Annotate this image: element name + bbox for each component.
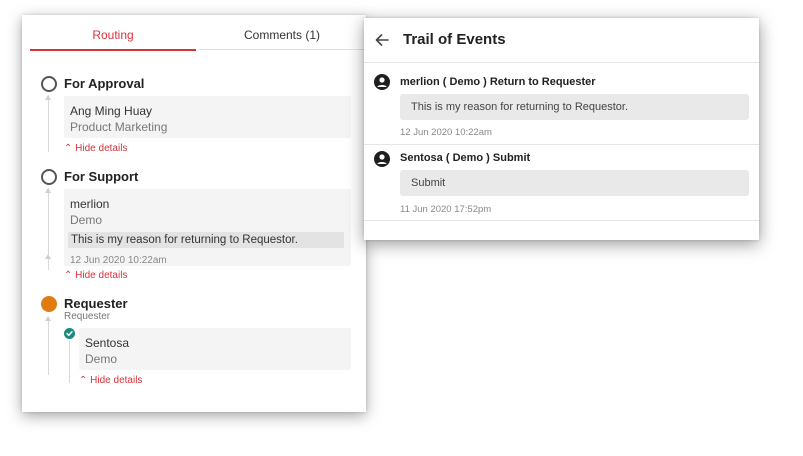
hide-details-label: Hide details: [75, 143, 128, 154]
return-reason-note: This is my reason for returning to Reque…: [68, 232, 344, 248]
timeline-arrow-icon: [45, 254, 51, 259]
event-message: Submit: [400, 170, 749, 196]
assignee-dept: Product Marketing: [70, 120, 168, 134]
event-item: Sentosa ( Demo ) Submit Submit 11 Jun 20…: [364, 145, 759, 222]
event-timestamp: 12 Jun 2020 10:22am: [400, 127, 492, 138]
trail-of-events-panel: Trail of Events merlion ( Demo ) Return …: [364, 18, 759, 240]
timeline-arrow-icon: [45, 188, 51, 193]
tab-routing[interactable]: Routing: [30, 15, 196, 51]
assignee-name: Sentosa: [85, 336, 130, 350]
chevron-up-icon: ⌃: [64, 270, 73, 281]
chevron-up-icon: ⌃: [64, 143, 73, 154]
event-message: This is my reason for returning to Reque…: [400, 94, 749, 120]
step-title: For Support: [64, 169, 139, 184]
assignee-name: Ang Ming Huay: [70, 104, 153, 118]
step-pending-circle-icon: [41, 169, 57, 185]
user-avatar-icon: [374, 74, 390, 90]
tab-bar: Routing Comments (1): [30, 15, 366, 51]
step-pending-circle-icon: [41, 76, 57, 92]
note-timestamp: 12 Jun 2020 10:22am: [70, 255, 167, 266]
step-current-circle-icon: [41, 296, 57, 312]
step-title: Requester: [64, 296, 128, 311]
arrow-left-icon[interactable]: [374, 32, 390, 48]
timeline-connector: [48, 317, 49, 375]
hide-details-label: Hide details: [90, 375, 143, 386]
assignee-name: merlion: [70, 197, 110, 211]
assignee-card: merlion Demo This is my reason for retur…: [64, 189, 351, 266]
timeline-arrow-icon: [45, 95, 51, 100]
assignee-card: Sentosa Demo: [79, 328, 351, 370]
timeline-arrow-icon: [45, 316, 51, 321]
tab-comments[interactable]: Comments (1): [198, 15, 366, 50]
hide-details-link[interactable]: ⌃ Hide details: [64, 270, 127, 281]
sub-connector: [69, 341, 70, 383]
routing-panel: Routing Comments (1) For Approval Ang Mi…: [22, 15, 366, 412]
timeline-connector: [48, 95, 49, 152]
assignee-dept: Demo: [70, 213, 103, 227]
hide-details-link[interactable]: ⌃ Hide details: [64, 143, 127, 154]
hide-details-label: Hide details: [75, 270, 128, 281]
user-avatar-icon: [374, 151, 390, 167]
check-badge-icon: [64, 328, 75, 339]
event-item: merlion ( Demo ) Return to Requester Thi…: [364, 63, 759, 143]
hide-details-link[interactable]: ⌃ Hide details: [79, 375, 142, 386]
event-title: Sentosa ( Demo ) Submit: [400, 152, 531, 164]
trail-header: Trail of Events: [364, 18, 759, 63]
step-title: For Approval: [64, 76, 145, 91]
step-subtitle: Requester: [64, 311, 111, 322]
chevron-up-icon: ⌃: [79, 375, 88, 386]
page-title: Trail of Events: [403, 31, 506, 48]
assignee-card: Ang Ming Huay Product Marketing: [64, 96, 351, 138]
event-timestamp: 11 Jun 2020 17:52pm: [400, 204, 492, 215]
event-divider: [364, 220, 759, 221]
assignee-dept: Demo: [85, 352, 118, 366]
event-title: merlion ( Demo ) Return to Requester: [400, 76, 596, 88]
